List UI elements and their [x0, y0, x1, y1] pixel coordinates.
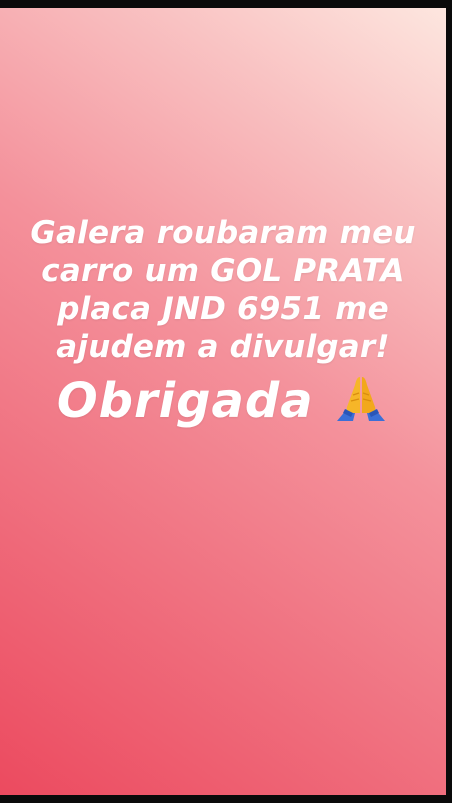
- screen-edge: [446, 0, 452, 803]
- folded-hands-icon: [337, 377, 386, 421]
- story-text-line-2: carro um GOL PRATA: [41, 253, 405, 289]
- story-text-line-1: Galera roubaram meu: [30, 215, 416, 251]
- story-text: Galera roubaram meu carro um GOL PRATA p…: [0, 214, 446, 430]
- thanks-row: Obrigada: [0, 366, 446, 430]
- story-text-line-3: placa JND 6951 me: [57, 291, 389, 327]
- story-text-line-4: ajudem a divulgar!: [56, 329, 390, 365]
- story-background[interactable]: Galera roubaram meu carro um GOL PRATA p…: [0, 8, 446, 795]
- story-screen: Galera roubaram meu carro um GOL PRATA p…: [0, 0, 452, 803]
- thanks-text: Obrigada: [56, 373, 314, 429]
